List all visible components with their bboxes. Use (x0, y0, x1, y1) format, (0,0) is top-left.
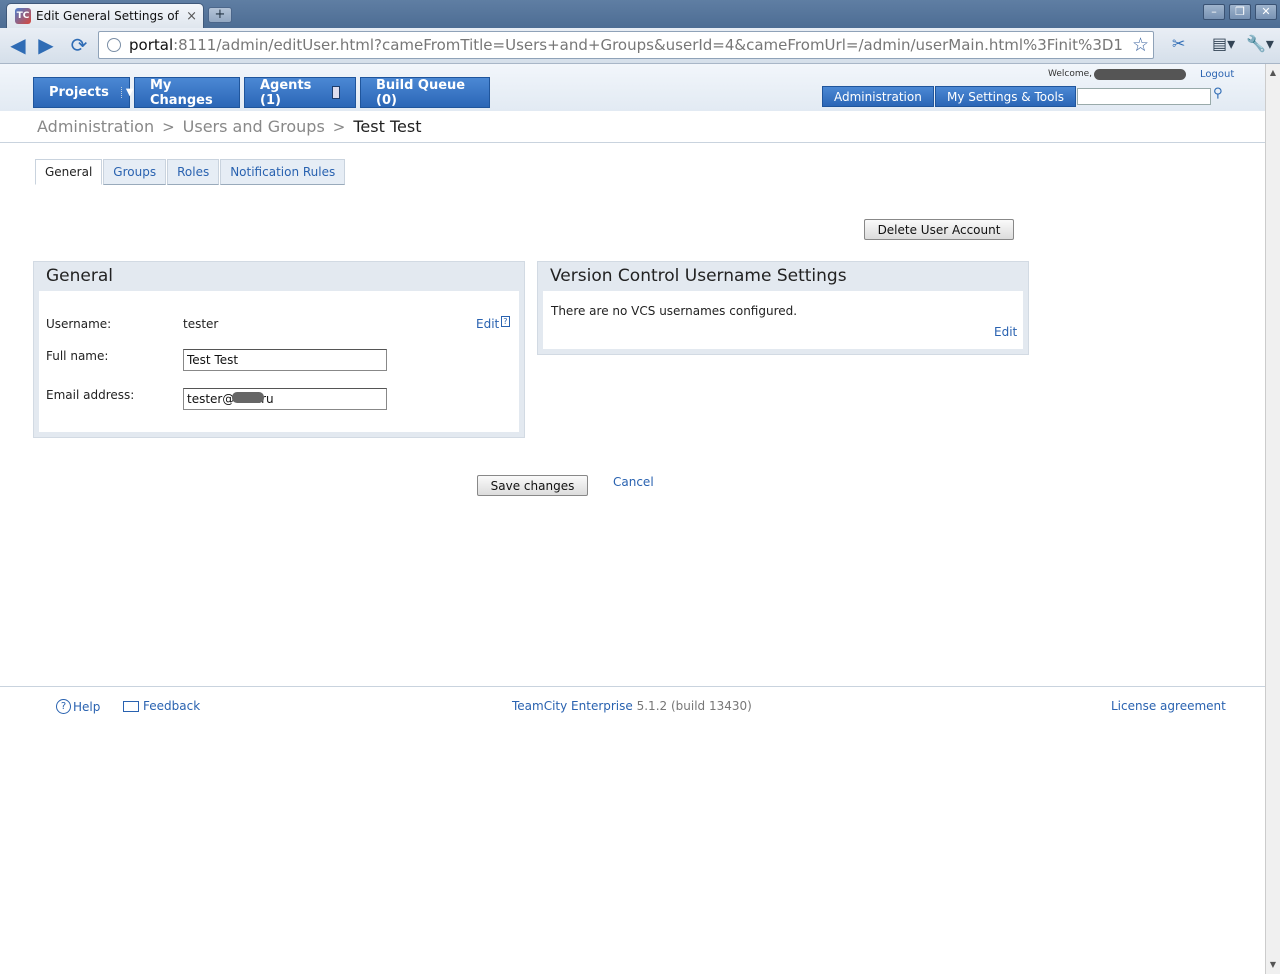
bookmark-star-icon[interactable]: ☆ (1132, 34, 1149, 56)
forward-arrow-icon[interactable]: ▶ (33, 32, 59, 58)
cancel-link[interactable]: Cancel (613, 475, 654, 489)
logout-link[interactable]: Logout (1200, 69, 1234, 80)
reload-icon[interactable]: ⟳ (66, 32, 92, 58)
browser-tab[interactable]: TC Edit General Settings of ... × (6, 3, 204, 28)
browser-toolbar: ◀ ▶ ⟳ portal:8111/admin/editUser.html?ca… (0, 28, 1280, 64)
help-link[interactable]: ? Help (56, 699, 100, 714)
administration-button[interactable]: Administration (822, 86, 934, 107)
breadcrumb-users-and-groups[interactable]: Users and Groups (183, 117, 325, 136)
fullname-label: Full name: (46, 349, 109, 363)
administration-label: Administration (834, 89, 922, 104)
envelope-icon (123, 700, 139, 712)
breadcrumb: Administration > Users and Groups > Test… (0, 111, 1265, 143)
agent-status-icon (332, 86, 340, 99)
page-globe-icon (107, 38, 121, 52)
vcs-panel-title: Version Control Username Settings (550, 266, 847, 286)
close-tab-icon[interactable]: × (186, 9, 197, 24)
nav-projects-label: Projects (49, 85, 109, 100)
footer: ? Help Feedback TeamCity Enterprise 5.1.2… (0, 686, 1265, 726)
nav-my-changes[interactable]: My Changes (134, 77, 240, 108)
fullname-field[interactable] (183, 349, 387, 371)
wrench-menu-icon[interactable]: 🔧▾ (1246, 34, 1274, 53)
browser-tab-title: Edit General Settings of ... (36, 9, 183, 23)
tab-general[interactable]: General (35, 159, 103, 185)
delete-user-account-button[interactable]: Delete User Account (864, 219, 1014, 240)
chevron-down-icon[interactable]: ▼ (120, 87, 134, 98)
feedback-link[interactable]: Feedback (123, 699, 200, 713)
url-path: :8111/admin/editUser.html?cameFromTitle=… (173, 36, 1123, 54)
nav-agents[interactable]: Agents (1) (244, 77, 356, 108)
version-text: 5.1.2 (build 13430) (636, 699, 752, 713)
save-changes-button[interactable]: Save changes (477, 475, 588, 496)
username-value: tester (183, 317, 219, 331)
breadcrumb-separator-icon: > (332, 117, 346, 136)
help-label: Help (73, 699, 101, 714)
nav-build-queue-label: Build Queue (0) (376, 77, 466, 108)
url-host: portal (129, 36, 174, 54)
search-input[interactable] (1077, 88, 1211, 105)
nav-projects[interactable]: Projects ▼ (33, 77, 134, 108)
nav-agents-label: Agents (1) (260, 77, 312, 108)
nav-my-changes-label: My Changes (150, 77, 213, 108)
email-label: Email address: (46, 388, 135, 402)
my-settings-button[interactable]: My Settings & Tools (935, 86, 1077, 107)
teamcity-favicon-icon: TC (15, 8, 31, 24)
vcs-edit-link[interactable]: Edit (994, 325, 1017, 339)
restore-window-icon[interactable]: ❐ (1229, 4, 1251, 20)
help-icon[interactable]: ? (501, 316, 510, 327)
product-info: TeamCity Enterprise 5.1.2 (build 13430) (512, 699, 752, 713)
teamcity-header: Projects ▼ My Changes Agents (1) Build Q… (0, 64, 1265, 111)
license-link[interactable]: License agreement (1111, 699, 1226, 713)
breadcrumb-administration[interactable]: Administration (37, 117, 154, 136)
user-tabs: General Groups Roles Notification Rules (35, 159, 346, 185)
tab-groups[interactable]: Groups (103, 159, 167, 185)
email-field[interactable] (183, 388, 387, 410)
redacted-email-domain (232, 392, 264, 403)
new-tab-button[interactable]: + (208, 7, 232, 23)
browser-tabstrip: TC Edit General Settings of ... × + – ❐ … (0, 0, 1280, 28)
back-arrow-icon[interactable]: ◀ (5, 32, 31, 58)
nav-build-queue[interactable]: Build Queue (0) (360, 77, 490, 108)
scroll-up-icon[interactable]: ▲ (1268, 68, 1278, 77)
help-circle-icon: ? (56, 699, 71, 714)
minimize-window-icon[interactable]: – (1203, 4, 1225, 20)
close-window-icon[interactable]: ✕ (1255, 4, 1277, 20)
vcs-panel-body (543, 291, 1023, 349)
welcome-text: Welcome, (1048, 69, 1093, 79)
breadcrumb-separator-icon: > (162, 117, 175, 136)
address-bar[interactable]: portal:8111/admin/editUser.html?cameFrom… (98, 31, 1154, 59)
username-edit-link[interactable]: Edit? (476, 316, 510, 331)
page-menu-icon[interactable]: ▤▾ (1212, 34, 1235, 53)
feedback-label: Feedback (143, 699, 201, 713)
search-icon[interactable]: ⚲ (1213, 86, 1223, 101)
page-content: Projects ▼ My Changes Agents (1) Build Q… (0, 64, 1265, 974)
tab-roles[interactable]: Roles (167, 159, 220, 185)
vcs-empty-message: There are no VCS usernames configured. (551, 304, 798, 318)
redacted-username (1094, 69, 1186, 80)
general-panel-title: General (46, 266, 113, 286)
vertical-scrollbar[interactable]: ▲ ▼ (1265, 64, 1280, 974)
my-settings-label: My Settings & Tools (947, 89, 1065, 104)
username-label: Username: (46, 317, 112, 331)
scroll-down-icon[interactable]: ▼ (1268, 960, 1278, 969)
extension-icon[interactable]: ✂ (1172, 34, 1185, 53)
product-link[interactable]: TeamCity Enterprise (512, 699, 633, 713)
page-title: Test Test (353, 117, 422, 136)
username-edit-label: Edit (476, 317, 500, 331)
tab-notification-rules[interactable]: Notification Rules (220, 159, 346, 185)
